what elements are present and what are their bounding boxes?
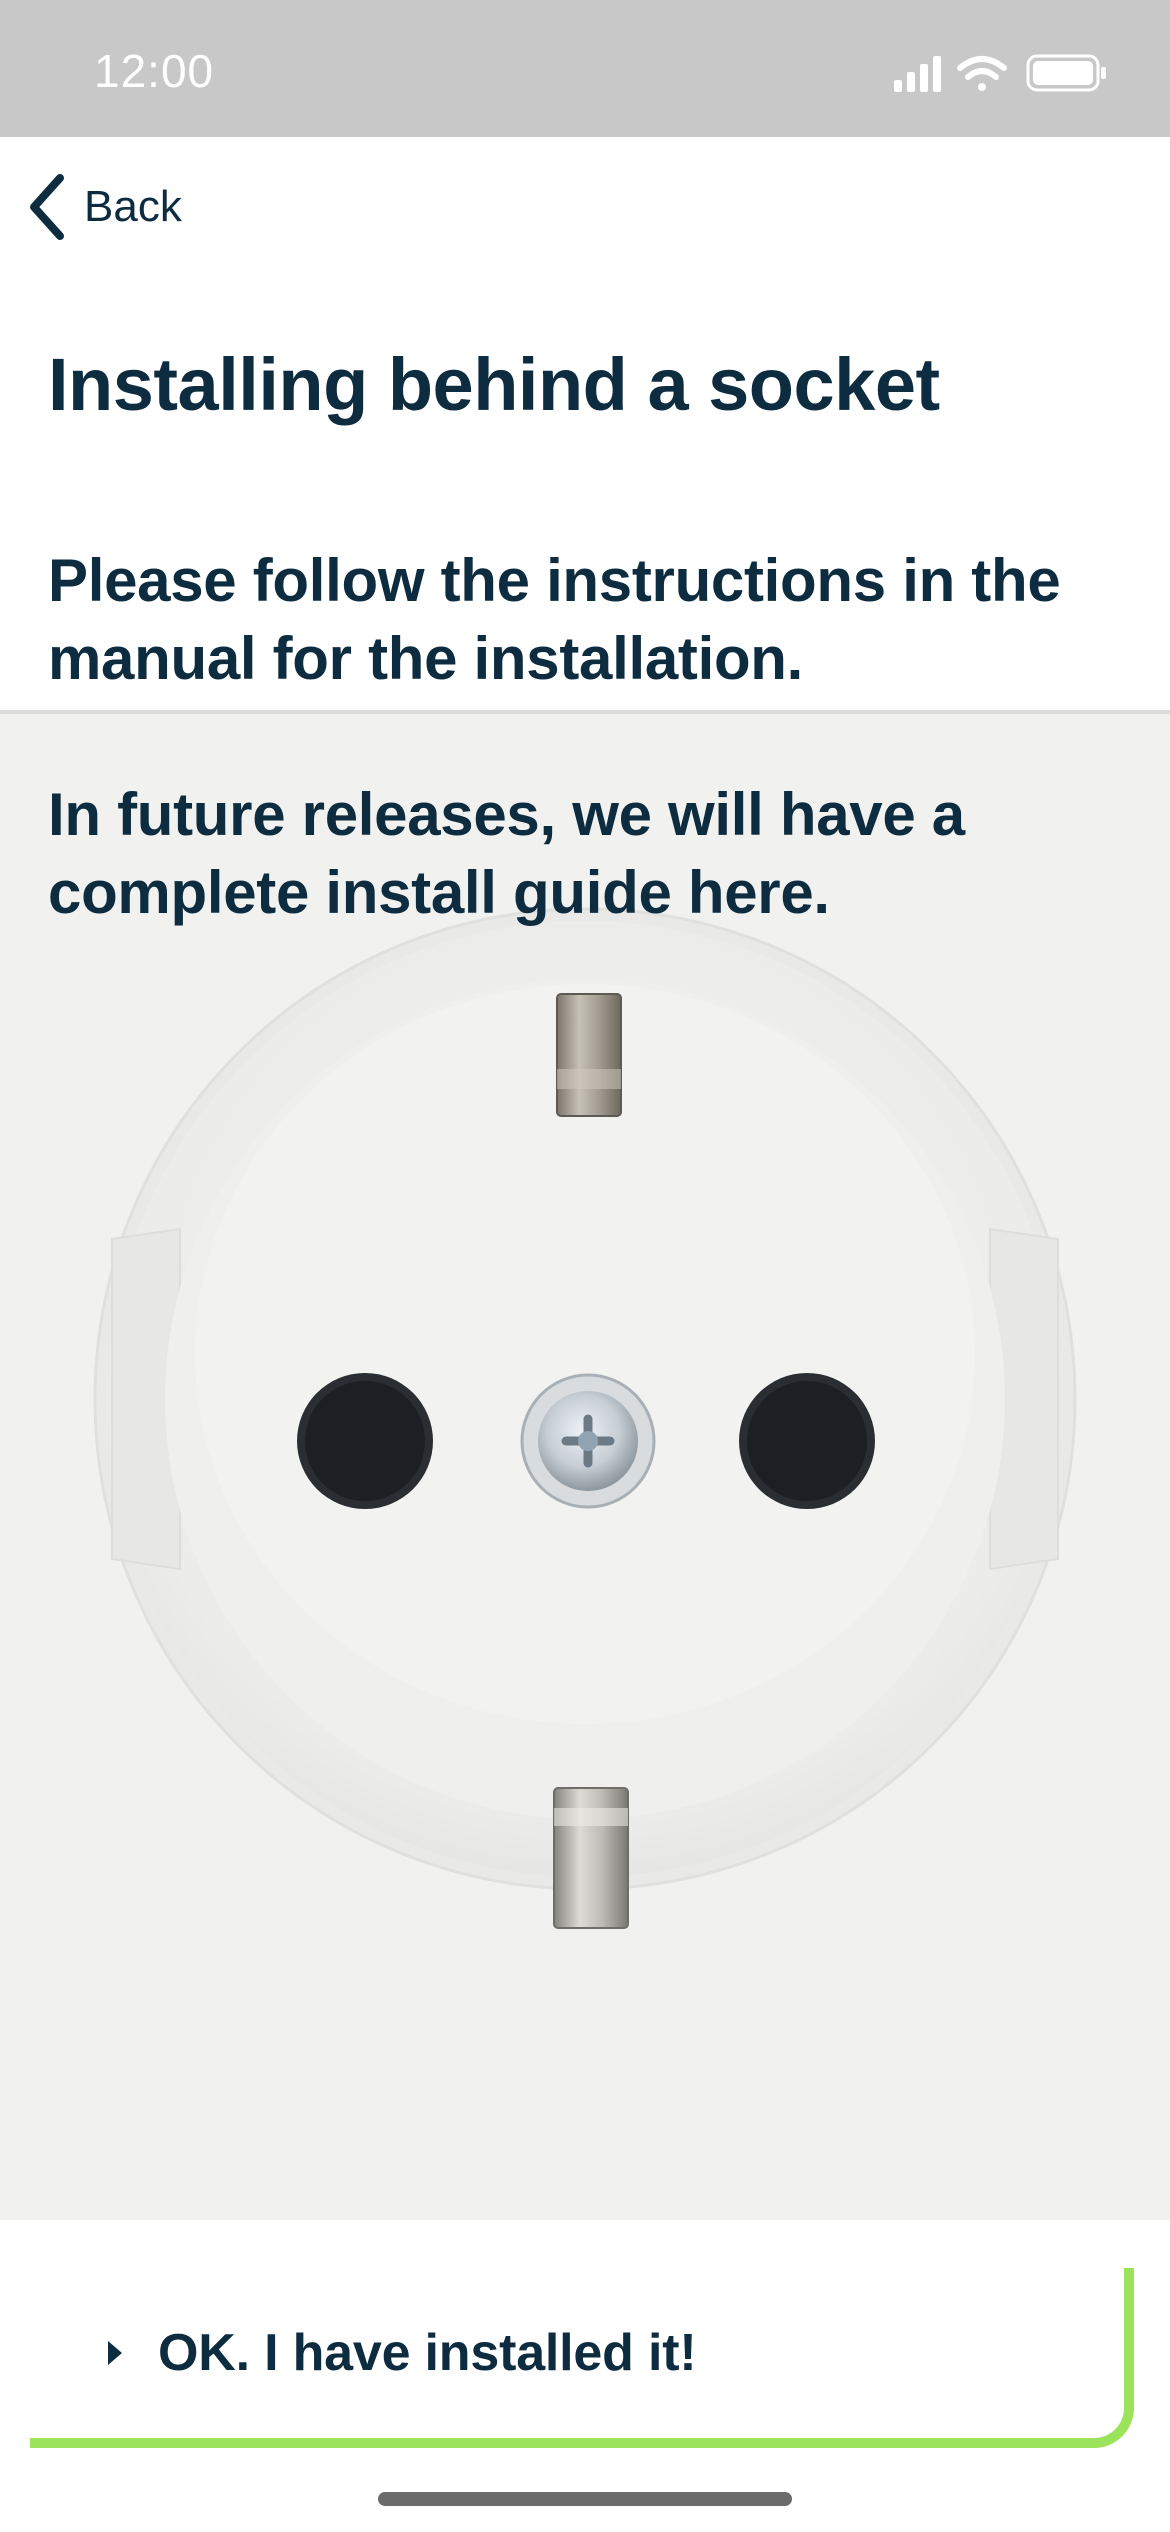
status-icons: [894, 54, 1106, 92]
battery-icon: [1026, 54, 1106, 92]
future-release-note: In future releases, we will have a compl…: [48, 781, 965, 926]
wifi-icon: [957, 56, 1007, 91]
status-bar: 12:00: [0, 0, 1170, 137]
confirm-label: OK. I have installed it!: [158, 2324, 697, 2382]
instruction-text: Please follow the instructions in the ma…: [48, 547, 1061, 692]
install-screen: 12:00 Back Installing behind a socket Pl…: [0, 0, 1170, 2532]
home-indicator[interactable]: [378, 2492, 792, 2506]
caret-right-icon: [108, 2341, 122, 2365]
back-label: Back: [84, 182, 182, 231]
signal-icon: [894, 56, 941, 92]
installed-confirm-button[interactable]: OK. I have installed it!: [30, 2268, 1134, 2448]
status-time: 12:00: [94, 45, 215, 97]
back-button[interactable]: Back: [26, 172, 182, 242]
socket-image: [0, 710, 1170, 2224]
page-title: Installing behind a socket: [48, 343, 940, 426]
chevron-left-icon: [30, 174, 64, 240]
